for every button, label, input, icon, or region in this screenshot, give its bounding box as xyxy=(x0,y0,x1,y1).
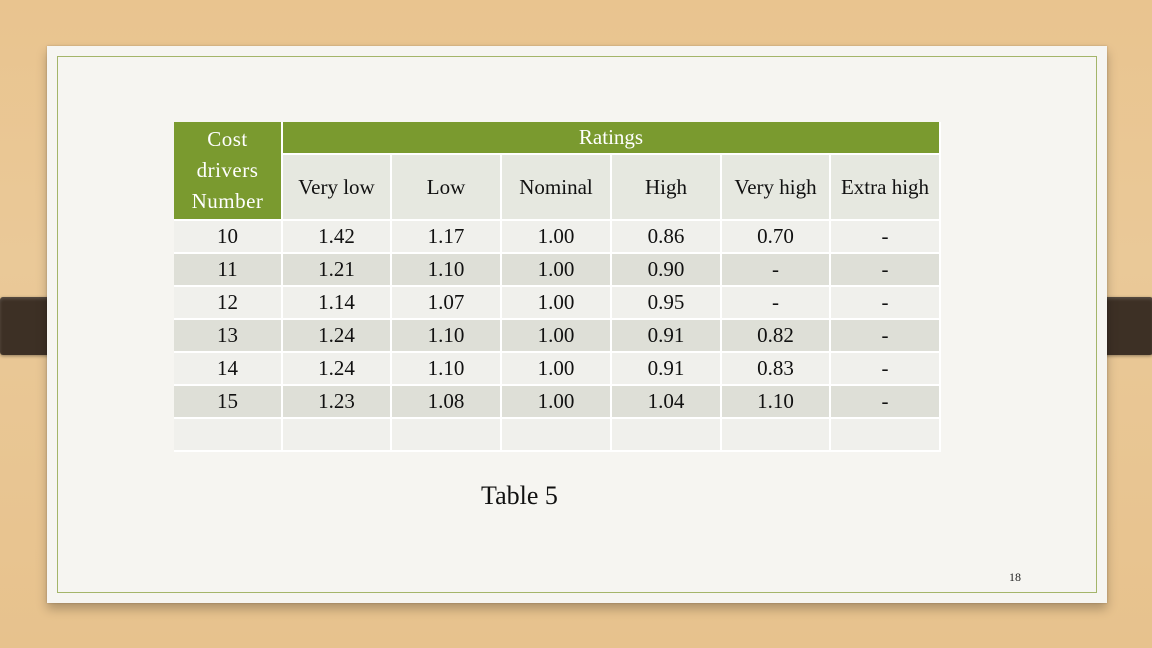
table-row: 14 1.24 1.10 1.00 0.91 0.83 - xyxy=(174,353,941,386)
cell-extra-high: - xyxy=(831,320,941,353)
cell-extra-high xyxy=(831,419,941,452)
cell-low: 1.10 xyxy=(392,254,502,287)
cell-low: 1.10 xyxy=(392,320,502,353)
header-line-cost: Cost xyxy=(207,127,248,151)
cell-very-low: 1.21 xyxy=(283,254,392,287)
cell-number: 12 xyxy=(174,287,283,320)
col-header-nominal: Nominal xyxy=(502,155,612,221)
header-line-drivers: drivers xyxy=(196,158,259,182)
cell-nominal: 1.00 xyxy=(502,254,612,287)
cell-number xyxy=(174,419,283,452)
cell-number: 15 xyxy=(174,386,283,419)
col-header-high: High xyxy=(612,155,722,221)
cell-high: 1.04 xyxy=(612,386,722,419)
cell-very-low: 1.23 xyxy=(283,386,392,419)
cell-number: 13 xyxy=(174,320,283,353)
table-row: 11 1.21 1.10 1.00 0.90 - - xyxy=(174,254,941,287)
cell-low: 1.08 xyxy=(392,386,502,419)
table-subheader-row: Very low Low Nominal High Very high Extr… xyxy=(174,155,941,221)
cell-low: 1.17 xyxy=(392,221,502,254)
col-header-low: Low xyxy=(392,155,502,221)
page-number: 18 xyxy=(1009,570,1021,584)
cell-very-low: 1.24 xyxy=(283,353,392,386)
cell-nominal: 1.00 xyxy=(502,320,612,353)
cell-nominal: 1.00 xyxy=(502,221,612,254)
cell-very-high: 0.70 xyxy=(722,221,831,254)
cell-very-high xyxy=(722,419,831,452)
cell-nominal: 1.00 xyxy=(502,353,612,386)
slide-paper: Cost drivers Number Ratings Very low Low… xyxy=(47,46,1107,603)
col-header-extra-high: Extra high xyxy=(831,155,941,221)
table-row: 10 1.42 1.17 1.00 0.86 0.70 - xyxy=(174,221,941,254)
cell-very-high: 1.10 xyxy=(722,386,831,419)
cell-extra-high: - xyxy=(831,287,941,320)
cell-very-low: 1.14 xyxy=(283,287,392,320)
cell-low: 1.10 xyxy=(392,353,502,386)
cell-number: 10 xyxy=(174,221,283,254)
col-header-very-high: Very high xyxy=(722,155,831,221)
cell-very-high: - xyxy=(722,287,831,320)
cell-very-high: 0.83 xyxy=(722,353,831,386)
cell-very-high: 0.82 xyxy=(722,320,831,353)
cell-high: 0.91 xyxy=(612,320,722,353)
cell-very-low xyxy=(283,419,392,452)
cell-extra-high: - xyxy=(831,254,941,287)
col-header-very-low: Very low xyxy=(283,155,392,221)
cell-nominal: 1.00 xyxy=(502,386,612,419)
cell-high: 0.91 xyxy=(612,353,722,386)
cell-number: 14 xyxy=(174,353,283,386)
ratings-table: Cost drivers Number Ratings Very low Low… xyxy=(174,122,941,452)
cell-extra-high: - xyxy=(831,221,941,254)
table-row-empty xyxy=(174,419,941,452)
header-ratings: Ratings xyxy=(283,122,941,155)
table-row: 12 1.14 1.07 1.00 0.95 - - xyxy=(174,287,941,320)
header-cost-drivers-number: Cost drivers Number xyxy=(174,122,283,221)
table-header-row: Cost drivers Number Ratings xyxy=(174,122,941,221)
cell-low xyxy=(392,419,502,452)
cell-high: 0.86 xyxy=(612,221,722,254)
cell-high: 0.95 xyxy=(612,287,722,320)
cell-number: 11 xyxy=(174,254,283,287)
cell-very-low: 1.24 xyxy=(283,320,392,353)
cell-extra-high: - xyxy=(831,386,941,419)
table-row: 13 1.24 1.10 1.00 0.91 0.82 - xyxy=(174,320,941,353)
table-row: 15 1.23 1.08 1.00 1.04 1.10 - xyxy=(174,386,941,419)
cell-extra-high: - xyxy=(831,353,941,386)
cell-high xyxy=(612,419,722,452)
cell-nominal xyxy=(502,419,612,452)
header-line-number: Number xyxy=(191,189,264,213)
cell-very-high: - xyxy=(722,254,831,287)
cell-low: 1.07 xyxy=(392,287,502,320)
cell-nominal: 1.00 xyxy=(502,287,612,320)
table-caption: Table 5 xyxy=(481,481,558,510)
cell-high: 0.90 xyxy=(612,254,722,287)
cell-very-low: 1.42 xyxy=(283,221,392,254)
